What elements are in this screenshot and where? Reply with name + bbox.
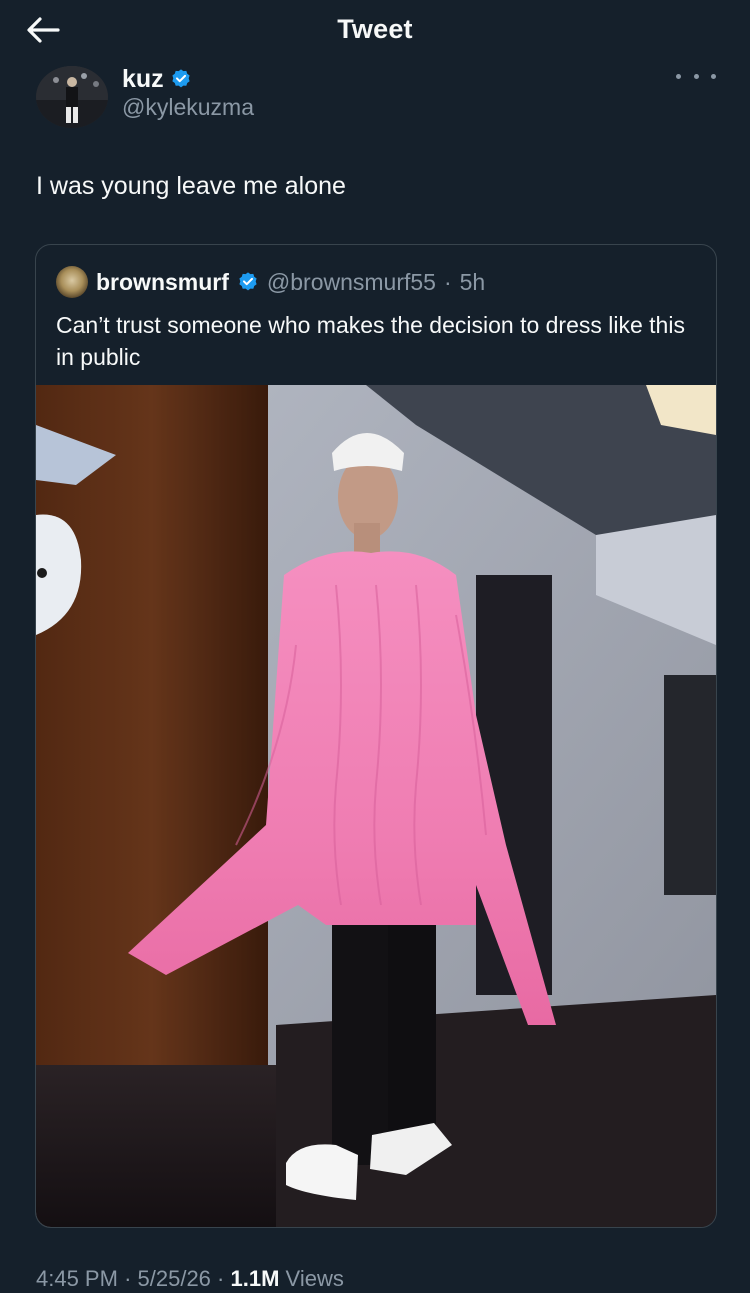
page-title: Tweet [337,14,413,44]
quoted-author-handle: @brownsmurf55 [266,268,436,295]
tweet-time[interactable]: 4:45 PM [36,1266,118,1291]
verified-badge-icon [239,272,257,291]
quoted-avatar [56,266,88,298]
tweet-text: I was young leave me alone [36,172,346,200]
quoted-tweet[interactable]: brownsmurf @brownsmurf55 · 5h Can’t trus… [35,244,717,1228]
tweet-meta: 4:45 PM · 5/25/26 · 1.1M Views [36,1266,344,1292]
quoted-tweet-photo[interactable] [36,385,716,1227]
separator-dot: · [124,1266,132,1291]
quoted-author-name: brownsmurf [96,268,229,295]
tweet-date[interactable]: 5/25/26 [138,1266,211,1291]
separator-dot: · [443,268,452,295]
more-dot-icon [676,73,681,79]
more-options-button[interactable] [676,66,716,86]
avatar-image [36,66,108,128]
top-bar: Tweet [0,0,750,58]
views-count[interactable]: 1.1M [231,1266,280,1291]
author-name: kuz [122,64,164,93]
more-dot-icon [711,73,716,79]
quoted-tweet-text: Can’t trust someone who makes the decisi… [56,312,685,370]
author-handle[interactable]: @kylekuzma [122,94,254,121]
quoted-timestamp: 5h [459,268,486,295]
verified-badge-icon [172,69,190,88]
separator-dot: · [217,1266,225,1291]
author-name-row[interactable]: kuz [122,64,192,94]
avatar[interactable] [36,66,108,128]
views-label[interactable]: Views [286,1266,344,1291]
quoted-tweet-header: brownsmurf @brownsmurf55 · 5h [56,266,486,298]
more-dot-icon [693,73,699,79]
tweet-author: kuz @kylekuzma [36,64,720,128]
photo-illustration [36,385,716,1227]
